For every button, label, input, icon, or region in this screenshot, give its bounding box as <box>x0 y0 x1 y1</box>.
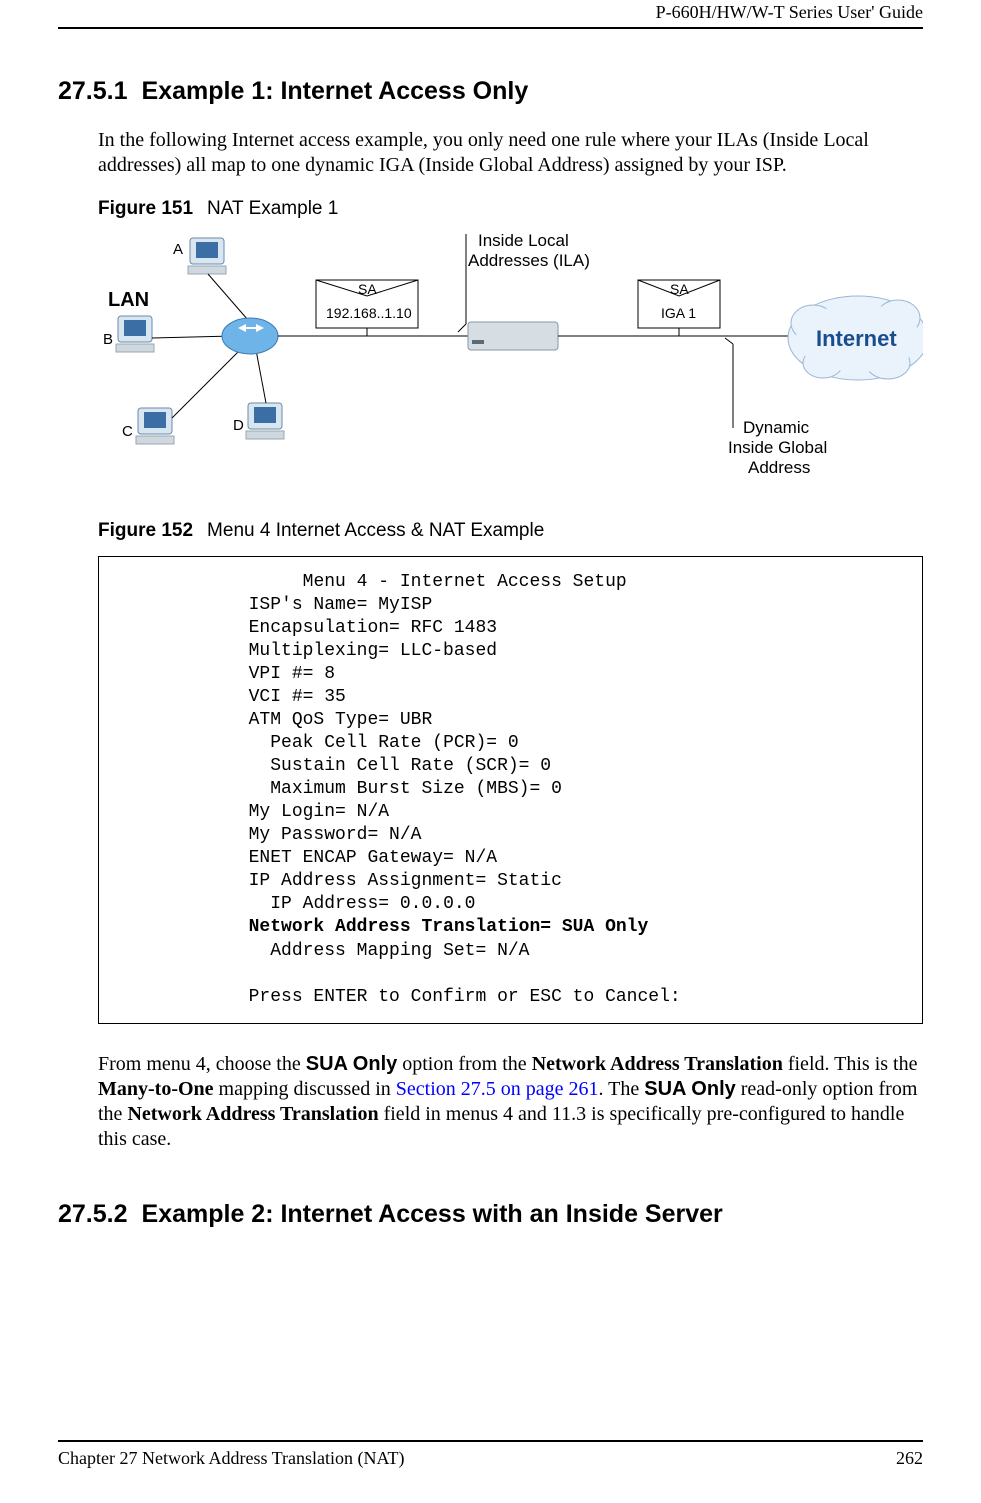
gateway-icon <box>468 322 558 350</box>
p2-natfield: Network Address Translation <box>532 1053 783 1075</box>
figure-caption-text: NAT Example 1 <box>207 198 338 219</box>
p2-t3: field. This is the <box>783 1053 918 1075</box>
router-icon <box>222 318 278 354</box>
p2-t1: From menu 4, choose the <box>98 1053 306 1075</box>
figure-152-caption: Figure 152 Menu 4 Internet Access & NAT E… <box>98 520 923 542</box>
menu4-terminal: Menu 4 - Internet Access Setup ISP's Nam… <box>98 556 923 1024</box>
heading-number: 27.5.2 <box>58 1200 128 1229</box>
p2-t4: mapping discussed in <box>214 1078 396 1100</box>
t-login: My Login= N/A <box>249 802 389 822</box>
pc-a-icon <box>188 238 226 274</box>
post-terminal-paragraph: From menu 4, choose the SUA Only option … <box>98 1052 923 1152</box>
t-encap: Encapsulation= RFC 1483 <box>249 618 497 638</box>
ila-text-1: Inside Local <box>478 231 569 250</box>
heading-number: 27.5.1 <box>58 77 128 106</box>
heading-title: Example 2: Internet Access with an Insid… <box>142 1200 723 1228</box>
dyn-text-3: Address <box>748 458 810 477</box>
sa2-sub: IGA 1 <box>661 305 696 321</box>
page: P-660H/HW/W-T Series User' Guide 27.5.1 E… <box>0 0 981 1503</box>
page-footer: Chapter 27 Network Address Translation (… <box>58 1440 923 1469</box>
t-ipaddr: IP Address= 0.0.0.0 <box>270 894 475 914</box>
heading-27-5-2: 27.5.2 Example 2: Internet Access with an… <box>58 1200 923 1229</box>
sa1-ip: 192.168..1.10 <box>326 305 412 321</box>
ila-text-2: Addresses (ILA) <box>468 251 590 270</box>
t-pass: My Password= N/A <box>249 825 422 845</box>
dyn-text-2: Inside Global <box>728 438 827 457</box>
internet-label: Internet <box>816 326 897 351</box>
p2-m2o: Many-to-One <box>98 1078 214 1100</box>
dyn-text-1: Dynamic <box>743 418 810 437</box>
sa-box-2: SA IGA 1 <box>638 280 720 328</box>
lan-label: LAN <box>108 289 149 311</box>
header-rule <box>58 27 923 29</box>
sa2-label: SA <box>670 281 689 297</box>
pc-a-label: A <box>173 241 183 258</box>
p2-natfield2: Network Address Translation <box>127 1103 378 1125</box>
t-pcr: Peak Cell Rate (PCR)= 0 <box>270 733 518 753</box>
p2-sua: SUA Only <box>306 1053 398 1075</box>
pc-c-icon <box>136 408 174 444</box>
figure-151-caption: Figure 151 NAT Example 1 <box>98 198 923 220</box>
heading-title: Example 1: Internet Access Only <box>142 77 529 105</box>
t-isp: ISP's Name= MyISP <box>249 595 433 615</box>
heading-27-5-1: 27.5.1 Example 1: Internet Access Only <box>58 77 923 106</box>
pc-c-label: C <box>122 423 133 440</box>
p2-t5: . The <box>599 1078 645 1100</box>
t-ipassign: IP Address Assignment= Static <box>249 871 562 891</box>
footer-rule <box>58 1440 923 1442</box>
t-scr: Sustain Cell Rate (SCR)= 0 <box>270 756 551 776</box>
t-line <box>119 572 303 592</box>
intro-paragraph: In the following Internet access example… <box>98 128 923 178</box>
sa1-label: SA <box>358 281 377 297</box>
footer-chapter: Chapter 27 Network Address Translation (… <box>58 1448 404 1469</box>
pc-d-icon <box>246 403 284 439</box>
pc-b-label: B <box>103 331 113 348</box>
p2-sua2: SUA Only <box>644 1078 736 1100</box>
t-mux: Multiplexing= LLC-based <box>249 641 497 661</box>
pc-b-icon <box>116 316 154 352</box>
figure-151-diagram: LAN A B C <box>98 228 923 498</box>
footer-page-number: 262 <box>896 1448 923 1469</box>
t-title: Menu 4 - Internet Access Setup <box>303 572 627 592</box>
t-enet: ENET ENCAP Gateway= N/A <box>249 848 497 868</box>
section-link[interactable]: Section 27.5 on page 261 <box>396 1078 599 1100</box>
t-qos: ATM QoS Type= UBR <box>249 710 433 730</box>
t-vpi: VPI #= 8 <box>249 664 335 684</box>
figure-caption-text: Menu 4 Internet Access & NAT Example <box>207 520 544 541</box>
figure-label: Figure 152 <box>98 520 193 541</box>
t-vci: VCI #= 35 <box>249 687 346 707</box>
p2-t2: option from the <box>397 1053 531 1075</box>
t-mbs: Maximum Burst Size (MBS)= 0 <box>270 779 562 799</box>
figure-label: Figure 151 <box>98 198 193 219</box>
sa-box-1: SA 192.168..1.10 <box>316 280 418 328</box>
t-nat: Network Address Translation= SUA Only <box>249 917 649 937</box>
running-header: P-660H/HW/W-T Series User' Guide <box>58 2 923 23</box>
pc-d-label: D <box>233 417 244 434</box>
t-mapset: Address Mapping Set= N/A <box>270 941 529 961</box>
t-press: Press ENTER to Confirm or ESC to Cancel: <box>249 987 681 1007</box>
